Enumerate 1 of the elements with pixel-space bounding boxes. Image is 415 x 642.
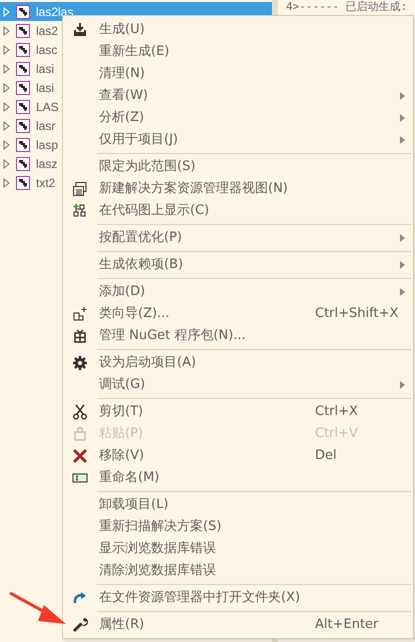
output-line: 4>------ 已启动生成: <box>286 0 408 13</box>
